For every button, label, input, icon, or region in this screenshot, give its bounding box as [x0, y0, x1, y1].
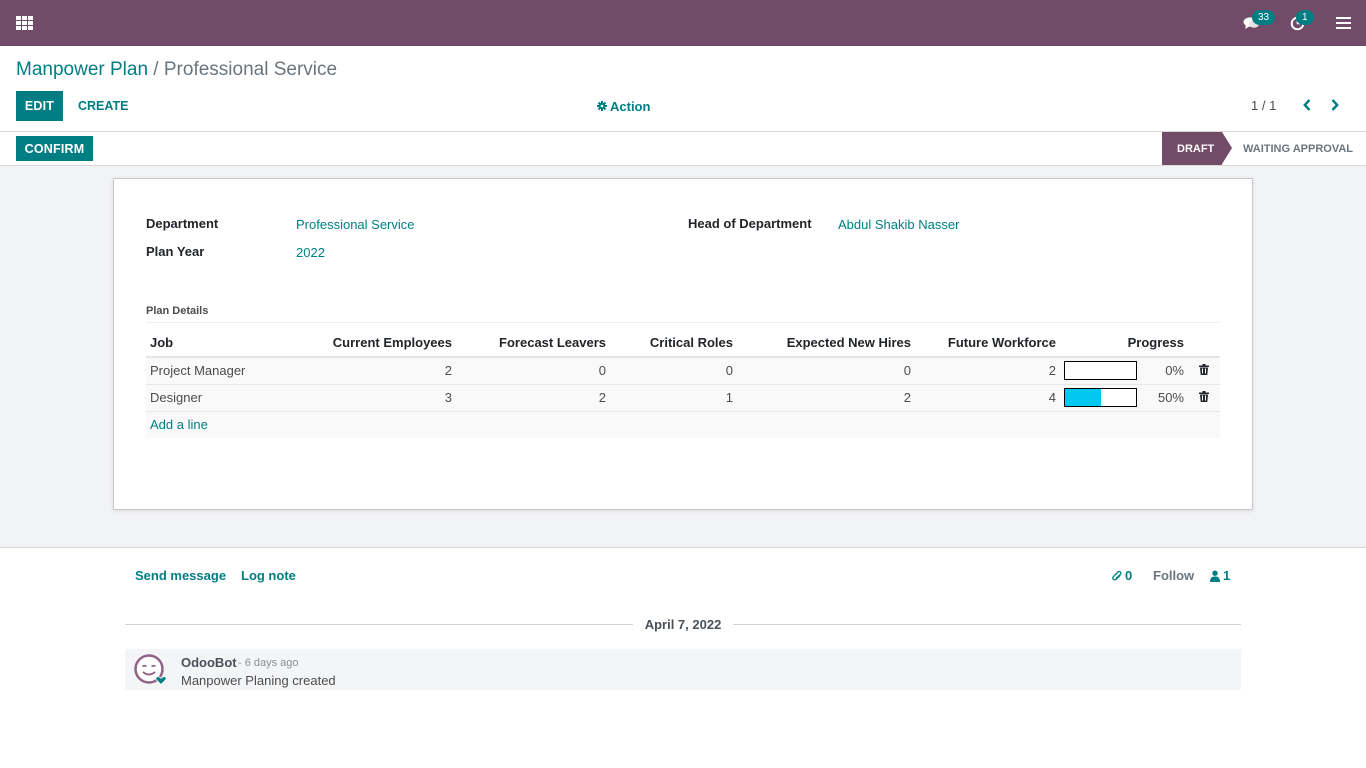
col-future-workforce[interactable]: Future Workforce [915, 329, 1060, 358]
messages-badge: 33 [1252, 10, 1276, 25]
delete-row-button[interactable] [1188, 357, 1220, 385]
pager-next-button[interactable] [1327, 96, 1343, 114]
col-progress[interactable]: Progress [1060, 329, 1188, 358]
followers-count: 1 [1223, 568, 1231, 583]
add-line-link[interactable]: Add a line [150, 417, 208, 432]
cell-job[interactable]: Designer [146, 384, 296, 412]
progress-bar [1064, 361, 1137, 381]
chatter-message: OdooBot - 6 days ago Manpower Planing cr… [125, 649, 1241, 690]
head-of-department-value[interactable]: Abdul Shakib Nasser [838, 217, 959, 232]
cell-job[interactable]: Project Manager [146, 357, 296, 385]
delete-row-button[interactable] [1188, 384, 1220, 412]
trash-icon [1199, 364, 1209, 376]
breadcrumb-parent[interactable]: Manpower Plan [16, 59, 148, 80]
chevron-left-icon [1303, 99, 1311, 111]
paperclip-icon [1112, 570, 1122, 580]
progress-fill [1065, 389, 1101, 406]
follow-button[interactable]: Follow [1153, 568, 1194, 583]
cell-critical-roles[interactable]: 1 [610, 384, 737, 412]
cell-progress-bar [1060, 384, 1141, 412]
log-note-button[interactable]: Log note [241, 568, 296, 583]
pager-previous-button[interactable] [1299, 96, 1315, 114]
section-divider [146, 322, 1220, 323]
col-expected-new-hires[interactable]: Expected New Hires [737, 329, 915, 358]
apps-grid-icon[interactable] [16, 16, 33, 30]
cell-forecast-leavers[interactable]: 0 [456, 357, 610, 385]
trash-icon [1199, 391, 1209, 402]
col-critical-roles[interactable]: Critical Roles [610, 329, 737, 358]
gear-icon [597, 101, 607, 111]
breadcrumb-separator: / [148, 59, 164, 80]
date-separator: April 7, 2022 [125, 615, 1242, 633]
cell-critical-roles[interactable]: 0 [610, 357, 737, 385]
pager-value[interactable]: 1 / 1 [1251, 98, 1276, 113]
action-dropdown[interactable]: Action [597, 92, 650, 120]
heart-icon [155, 676, 166, 686]
cell-expected-new-hires[interactable]: 0 [737, 357, 915, 385]
cell-current-employees[interactable]: 3 [296, 384, 456, 412]
create-button[interactable]: CREATE [72, 91, 134, 121]
cell-future-workforce[interactable]: 4 [915, 384, 1060, 412]
plan-year-label: Plan Year [146, 244, 205, 259]
breadcrumb: Manpower Plan / Professional Service [16, 58, 337, 82]
cell-expected-new-hires[interactable]: 2 [737, 384, 915, 412]
col-current-employees[interactable]: Current Employees [296, 329, 456, 358]
cell-progress-bar [1060, 357, 1141, 385]
table-row[interactable]: Designer 3 2 1 2 4 50% [146, 384, 1220, 412]
breadcrumb-current: Professional Service [163, 59, 338, 80]
confirm-button[interactable]: CONFIRM [16, 136, 93, 161]
department-label: Department [146, 216, 219, 231]
table-row[interactable]: Project Manager 2 0 0 0 2 0% [146, 357, 1220, 385]
message-body: Manpower Planing created [181, 673, 336, 688]
plan-year-value: 2022 [296, 245, 325, 260]
form-sheet: Department Professional Service Plan Yea… [113, 178, 1253, 510]
plan-details-title: Plan Details [146, 305, 209, 317]
top-navbar: 33 1 [0, 0, 1366, 46]
plan-details-table: Job Current Employees Forecast Leavers C… [146, 329, 1220, 438]
attachments-button[interactable]: 0 [1112, 568, 1132, 583]
cell-progress-value: 0% [1141, 357, 1188, 385]
stage-draft[interactable]: DRAFT [1162, 132, 1232, 165]
chevron-right-icon [1331, 99, 1339, 111]
stage-waiting-approval[interactable]: WAITING APPROVAL [1243, 132, 1353, 165]
status-bar: CONFIRM DRAFT WAITING APPROVAL [0, 131, 1366, 166]
user-icon [1210, 570, 1220, 582]
followers-button[interactable]: 1 [1210, 568, 1230, 583]
col-actions [1188, 329, 1220, 358]
send-message-button[interactable]: Send message [135, 568, 226, 583]
navbar-systray: 33 1 [1228, 0, 1366, 46]
department-value[interactable]: Professional Service [296, 217, 415, 232]
cell-current-employees[interactable]: 2 [296, 357, 456, 385]
message-date: - 6 days ago [238, 657, 299, 669]
messages-menu[interactable]: 33 [1228, 0, 1276, 46]
date-separator-label: April 7, 2022 [644, 616, 722, 632]
odoobot-avatar[interactable] [134, 654, 166, 686]
head-of-department-label: Head of Department [688, 216, 812, 231]
progress-bar [1064, 388, 1137, 407]
cell-forecast-leavers[interactable]: 2 [456, 384, 610, 412]
cell-future-workforce[interactable]: 2 [915, 357, 1060, 385]
main-menu-toggle[interactable] [1320, 0, 1366, 46]
cell-progress-value: 50% [1141, 384, 1188, 412]
action-label: Action [610, 98, 651, 114]
attachments-count: 0 [1125, 568, 1133, 583]
edit-button[interactable]: EDIT [16, 91, 63, 121]
activities-menu[interactable]: 1 [1274, 0, 1320, 46]
col-forecast-leavers[interactable]: Forecast Leavers [456, 329, 610, 358]
hamburger-icon [1335, 17, 1351, 29]
activities-badge: 1 [1296, 10, 1314, 25]
add-line-row: Add a line [146, 411, 1220, 438]
col-job[interactable]: Job [146, 329, 296, 358]
table-header-row: Job Current Employees Forecast Leavers C… [146, 329, 1220, 358]
message-author[interactable]: OdooBot [181, 655, 237, 670]
